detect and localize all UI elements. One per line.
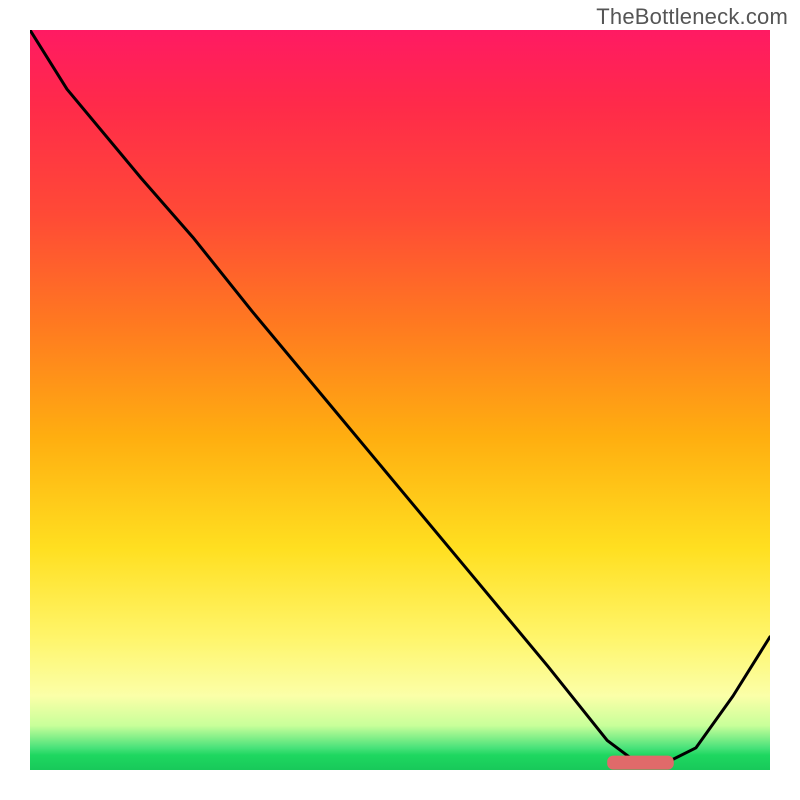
watermark-text: TheBottleneck.com (596, 4, 788, 30)
optimal-band-marker (607, 756, 674, 770)
chart-stage: TheBottleneck.com (0, 0, 800, 800)
bottleneck-curve (30, 30, 770, 763)
chart-overlay (30, 30, 770, 770)
plot-frame (30, 30, 770, 770)
